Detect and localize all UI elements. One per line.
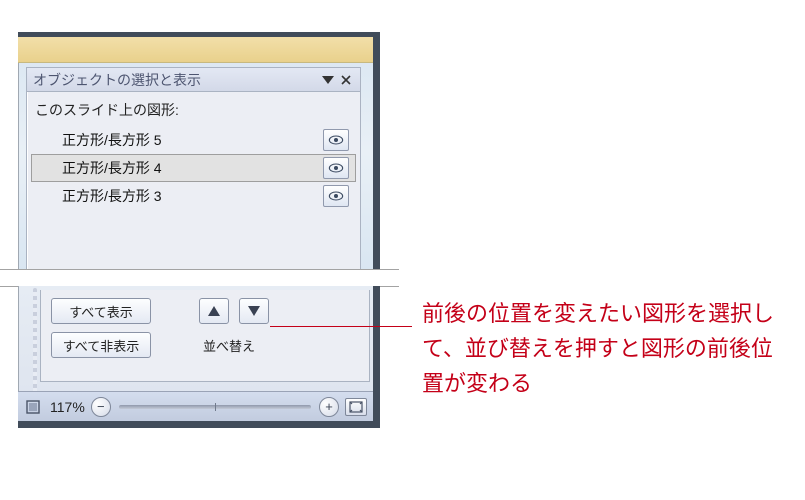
pane-resize-grip[interactable] [33,288,37,403]
shape-list-item[interactable]: 正方形/長方形 3 [31,182,356,210]
zoom-level-text[interactable]: 117% [50,399,85,415]
status-bar: 117% − + [18,391,373,421]
visibility-toggle[interactable] [323,185,349,207]
pane-dropdown-icon[interactable] [320,72,336,88]
shape-name: 正方形/長方形 3 [62,186,323,206]
shapes-on-slide-label: このスライド上の図形: [31,98,356,126]
shape-name: 正方形/長方形 4 [62,158,323,178]
callout-leader-line [270,326,412,327]
pane-title: オブジェクトの選択と表示 [33,70,318,90]
visibility-toggle[interactable] [323,157,349,179]
zoom-slider[interactable] [119,405,311,409]
crop-divider [0,269,399,270]
window-titlebar-fragment [18,37,373,63]
reorder-down-button[interactable] [239,298,269,324]
show-all-button[interactable]: すべて表示 [51,298,151,324]
pane-body: このスライド上の図形: 正方形/長方形 5 正方形/長方形 4 正方形/長方形 … [27,92,360,212]
zoom-out-button[interactable]: − [91,397,111,417]
view-mode-icon[interactable] [24,398,42,416]
reorder-up-button[interactable] [199,298,229,324]
visibility-toggle[interactable] [323,129,349,151]
callout-annotation: 前後の位置を変えたい図形を選択して、並び替えを押すと図形の前後位置が変わる [422,296,782,402]
zoom-in-button[interactable]: + [319,397,339,417]
zoom-fit-button[interactable] [345,398,367,416]
shape-list-item[interactable]: 正方形/長方形 5 [31,126,356,154]
bottom-panel-container: すべて表示 すべて非表示 並べ替え 117% − + [18,286,380,428]
selection-pane-container: オブジェクトの選択と表示 このスライド上の図形: 正方形/長方形 5 正方形/長… [18,32,380,269]
close-icon[interactable] [338,72,354,88]
pane-header: オブジェクトの選択と表示 [27,68,360,92]
selection-pane: オブジェクトの選択と表示 このスライド上の図形: 正方形/長方形 5 正方形/長… [26,67,361,269]
reorder-label: 並べ替え [203,336,255,355]
selection-pane-controls: すべて表示 すべて非表示 並べ替え [40,290,370,382]
shape-name: 正方形/長方形 5 [62,130,323,150]
hide-all-button[interactable]: すべて非表示 [51,332,151,358]
shape-list-item[interactable]: 正方形/長方形 4 [31,154,356,182]
